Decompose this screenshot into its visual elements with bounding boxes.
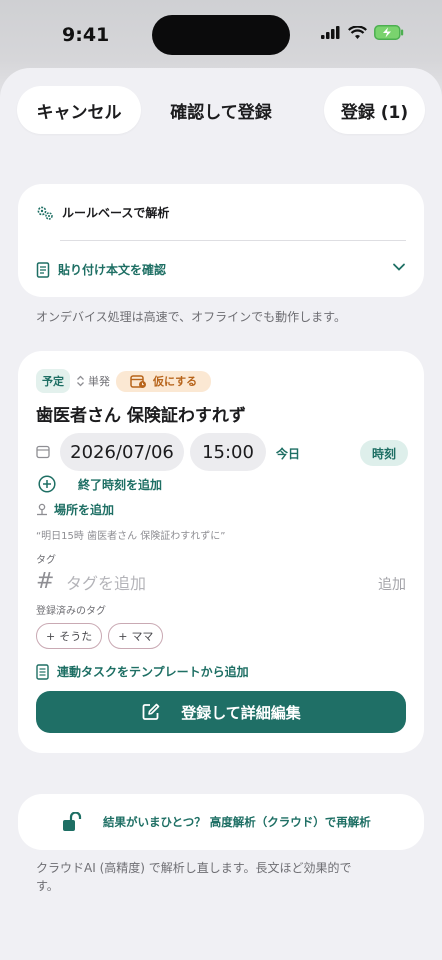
parse-card: ルールベースで解析 貼り付け本文を確認 xyxy=(18,184,424,297)
cloud-reparse-button[interactable]: 結果がいまひとつ？ 高度解析（クラウド）で再解析 xyxy=(18,794,424,850)
add-end-time-button[interactable]: 終了時刻を追加 xyxy=(38,475,162,493)
tag-chip-label: ママ xyxy=(131,630,154,643)
document-icon xyxy=(36,261,50,278)
template-link-label: 連動タスクをテンプレートから追加 xyxy=(57,665,249,679)
add-place-label: 場所を追加 xyxy=(54,503,115,517)
source-quote: “明日15時 歯医者さん 保険証わすれずに” xyxy=(36,531,226,542)
plus-icon: + xyxy=(46,629,56,643)
template-link[interactable]: 連動タスクをテンプレートから追加 xyxy=(36,663,249,680)
recurrence-label: 単発 xyxy=(88,375,110,388)
parse-note: オンデバイス処理は高速で、オフラインでも動作します。 xyxy=(36,310,346,324)
location-pin-icon xyxy=(37,503,47,516)
up-down-chevron-icon xyxy=(77,375,84,387)
date-picker[interactable]: 2026/07/06 xyxy=(60,433,184,471)
tentative-button[interactable]: 仮にする xyxy=(116,370,212,392)
status-icons xyxy=(321,25,404,40)
event-card: 予定 単発 仮にする 歯医者さん 保険証わすれず 2026/07/06 15:0… xyxy=(18,351,424,753)
calendar-clock-icon xyxy=(130,374,146,388)
event-title[interactable]: 歯医者さん 保険証わすれず xyxy=(36,401,246,426)
unlock-icon xyxy=(63,812,82,831)
check-body-label: 貼り付け本文を確認 xyxy=(58,263,167,277)
tag-chip[interactable]: + ママ xyxy=(108,623,164,649)
battery-charging-icon xyxy=(374,25,404,40)
hash-icon: # xyxy=(36,569,55,594)
register-sheet: キャンセル 確認して登録 登録 (1) ルールベースで解析 貼り付け本文を確認 xyxy=(0,68,442,960)
chevron-down-icon[interactable] xyxy=(392,262,406,272)
parse-divider xyxy=(60,240,406,241)
wifi-icon xyxy=(348,25,367,39)
register-button[interactable]: 登録 (1) xyxy=(324,86,425,134)
add-place-button[interactable]: 場所を追加 xyxy=(36,501,114,518)
tag-add-button[interactable]: 追加 xyxy=(378,574,406,594)
checklist-icon xyxy=(36,663,49,680)
time-mode-toggle[interactable]: 時刻 xyxy=(360,440,408,466)
plus-circle-icon xyxy=(38,475,56,493)
calendar-icon xyxy=(36,445,50,459)
parse-mode-label: ルールベースで解析 xyxy=(62,206,170,220)
parse-mode-row: ルールベースで解析 xyxy=(36,204,169,221)
time-picker[interactable]: 15:00 xyxy=(190,433,266,471)
tag-input[interactable] xyxy=(66,571,326,595)
registered-tags-label: 登録済みのタグ xyxy=(36,606,106,617)
edit-icon xyxy=(142,703,160,720)
tag-chip[interactable]: + そうた xyxy=(36,623,103,649)
date-time-row: 2026/07/06 15:00 今日 時刻 xyxy=(36,433,408,471)
check-body-row[interactable]: 貼り付け本文を確認 xyxy=(36,261,166,278)
tag-input-row: # 追加 xyxy=(36,569,406,597)
dynamic-island xyxy=(152,15,290,55)
status-bar: 9:41 xyxy=(0,0,442,70)
sheet-header: キャンセル 確認して登録 登録 (1) xyxy=(0,86,442,134)
plus-icon: + xyxy=(118,629,128,643)
today-button[interactable]: 今日 xyxy=(276,445,300,462)
register-and-edit-label: 登録して詳細編集 xyxy=(181,703,301,722)
recurrence-selector[interactable]: 単発 xyxy=(76,373,110,389)
tentative-label: 仮にする xyxy=(153,375,198,388)
registered-tags: + そうた + ママ xyxy=(36,623,164,649)
type-badge[interactable]: 予定 xyxy=(36,369,70,393)
cloud-reparse-label: 結果がいまひとつ？ 高度解析（クラウド）で再解析 xyxy=(103,815,371,829)
event-meta-row: 予定 単発 仮にする xyxy=(36,369,212,393)
tag-chip-label: そうた xyxy=(59,630,93,643)
add-end-time-label: 終了時刻を追加 xyxy=(78,477,163,492)
cloud-note: クラウドAI (高精度) で解析し直します。長文ほど効果的です。 xyxy=(36,861,352,893)
tag-section-label: タグ xyxy=(36,555,56,566)
register-and-edit-button[interactable]: 登録して詳細編集 xyxy=(36,691,406,733)
status-time: 9:41 xyxy=(62,24,110,46)
signal-icon xyxy=(321,26,340,39)
gears-icon xyxy=(37,206,53,220)
